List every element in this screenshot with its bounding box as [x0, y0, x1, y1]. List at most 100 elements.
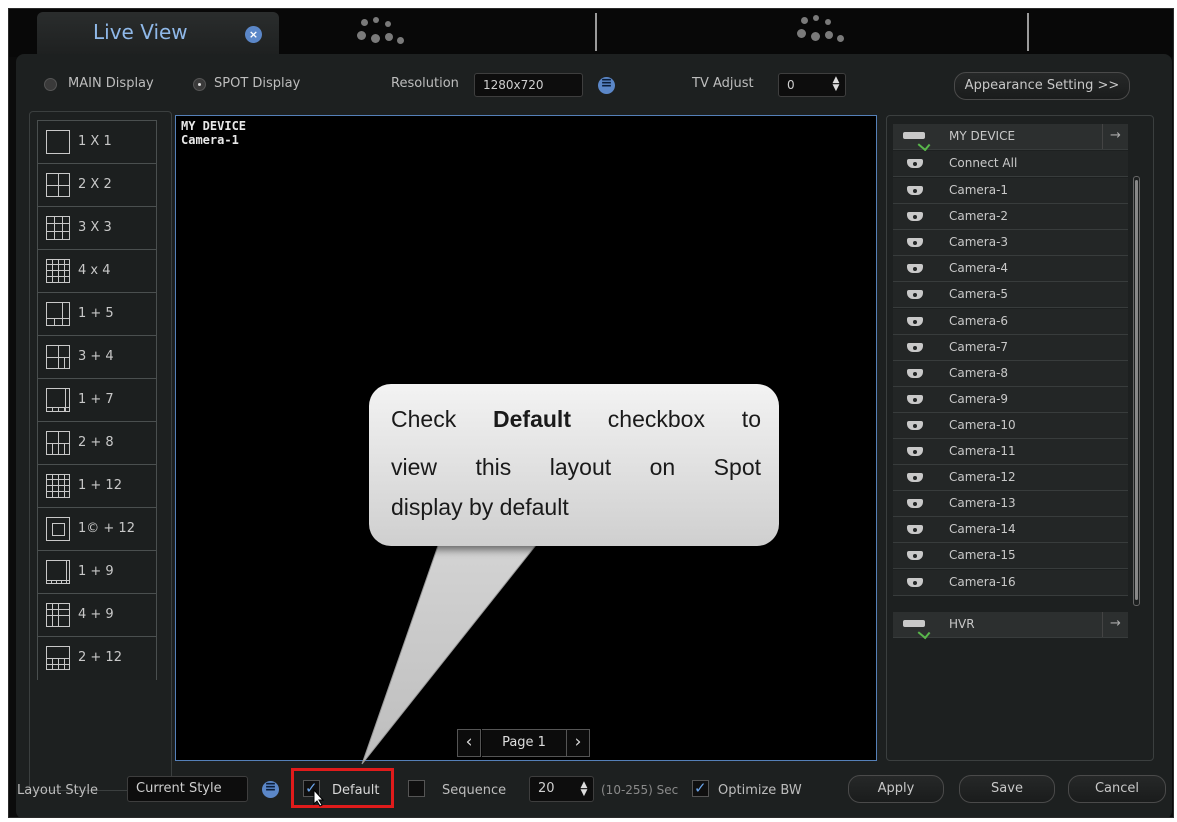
osd-camera-name: Camera-1	[181, 133, 239, 147]
camera-label: Camera-1	[949, 183, 1009, 197]
spinner-icon[interactable]: ▲ ▼	[579, 781, 589, 798]
callout-emphasis: Default	[493, 406, 571, 432]
layout-1-plus-12-icon	[46, 474, 70, 498]
layout-item-label: 1 X 1	[78, 134, 112, 149]
page-label: Page 1	[482, 729, 566, 757]
dome-camera-icon	[907, 447, 923, 456]
camera-row[interactable]: Camera-5	[893, 282, 1128, 309]
layout-item-label: 4 x 4	[78, 263, 111, 278]
appearance-setting-button[interactable]: Appearance Setting >>	[954, 72, 1130, 100]
camera-row[interactable]: Camera-3	[893, 230, 1128, 257]
spot-display-label: SPOT Display	[214, 76, 301, 91]
layout-item-label: 1 + 7	[78, 392, 114, 407]
next-page-button[interactable]: ›	[566, 729, 590, 757]
layout-item-1c-plus-12[interactable]: 1© + 12	[38, 508, 156, 551]
camera-label: Camera-8	[949, 365, 1009, 380]
dome-camera-icon	[907, 186, 923, 195]
camera-row[interactable]: Camera-8	[893, 360, 1128, 387]
layout-item-label: 1 + 12	[78, 478, 122, 493]
sequence-checkbox[interactable]	[408, 780, 425, 797]
sequence-range: (10-255) Sec	[601, 783, 679, 797]
tv-adjust-stepper[interactable]: 0 ▲ ▼	[778, 73, 846, 97]
layout-2-plus-8-icon	[46, 431, 70, 455]
tv-adjust-value: 0	[787, 78, 795, 92]
tab-live-view-label: Live View	[93, 20, 188, 44]
layout-item-1-plus-5[interactable]: 1 + 5	[38, 293, 156, 336]
apply-button[interactable]: Apply	[848, 775, 944, 803]
layout-item-4-plus-9[interactable]: 4 + 9	[38, 594, 156, 637]
layout-item-1-plus-7[interactable]: 1 + 7	[38, 379, 156, 422]
camera-label: Camera-13	[949, 496, 1016, 511]
layout-item-1-plus-9[interactable]: 1 + 9	[38, 551, 156, 594]
connect-all-label: Connect All	[949, 156, 1018, 170]
layout-item-1-plus-12[interactable]: 1 + 12	[38, 465, 156, 508]
tab-dots-icon[interactable]	[349, 15, 409, 51]
sequence-stepper[interactable]: 20 ▲ ▼	[529, 776, 594, 802]
layout-item-label: 2 + 12	[78, 650, 122, 665]
camera-label: Camera-9	[949, 391, 1009, 406]
resolution-list-icon[interactable]	[598, 75, 615, 94]
spinner-icon[interactable]: ▲ ▼	[831, 76, 841, 93]
layout-style-value: Current Style	[136, 781, 222, 796]
connect-all-row[interactable]: Connect All	[893, 151, 1128, 177]
optimize-bw-checkbox[interactable]	[692, 779, 709, 797]
main-display-radio[interactable]	[44, 78, 57, 91]
resolution-value: 1280x720	[483, 78, 544, 92]
layout-1c-plus-12-icon	[46, 517, 70, 541]
layout-1-plus-7-icon	[46, 388, 70, 412]
osd-device-name: MY DEVICE	[181, 119, 247, 133]
camera-row[interactable]: Camera-2	[893, 204, 1128, 231]
camera-row[interactable]: Camera-9	[893, 386, 1128, 413]
cancel-button[interactable]: Cancel	[1068, 775, 1166, 803]
save-button[interactable]: Save	[959, 775, 1055, 803]
tab-dots-icon[interactable]	[789, 13, 849, 49]
camera-row[interactable]: Camera-7	[893, 334, 1128, 361]
camera-row[interactable]: Camera-6	[893, 308, 1128, 335]
dome-camera-icon	[907, 368, 923, 378]
sequence-value: 20	[538, 781, 555, 796]
layout-item-2x2[interactable]: 2 X 2	[38, 164, 156, 207]
device-row-my-device[interactable]: MY DEVICE →	[893, 124, 1128, 150]
tab-live-view[interactable]: Live View ×	[37, 12, 279, 56]
layout-item-3-plus-4[interactable]: 3 + 4	[38, 336, 156, 379]
dome-camera-icon	[907, 551, 923, 561]
recorder-connected-icon	[903, 620, 925, 627]
layout-2x2-icon	[46, 173, 70, 197]
prev-page-button[interactable]: ‹	[457, 729, 481, 757]
camera-label: Camera-5	[949, 287, 1009, 302]
camera-row[interactable]: Camera-16	[893, 569, 1128, 596]
layout-item-label: 1 + 5	[78, 306, 114, 321]
camera-row[interactable]: Camera-15	[893, 543, 1128, 570]
camera-row[interactable]: Camera-11	[893, 439, 1128, 465]
resolution-field[interactable]: 1280x720	[474, 73, 583, 97]
tv-adjust-label: TV Adjust	[692, 76, 754, 91]
camera-label: Camera-11	[949, 444, 1016, 458]
hvr-label: HVR	[949, 617, 975, 631]
camera-row[interactable]: Camera-10	[893, 412, 1128, 439]
layout-1-plus-9-icon	[46, 560, 70, 584]
layout-item-2-plus-12[interactable]: 2 + 12	[38, 637, 156, 680]
camera-label: Camera-2	[949, 209, 1009, 224]
layout-item-4x4[interactable]: 4 x 4	[38, 250, 156, 293]
camera-list-scrollbar[interactable]	[1133, 176, 1140, 606]
arrow-right-icon[interactable]: →	[1102, 612, 1128, 637]
camera-row[interactable]: Camera-13	[893, 491, 1128, 518]
close-icon[interactable]: ×	[245, 26, 262, 43]
camera-row[interactable]: Camera-12	[893, 465, 1128, 492]
layout-style-list-icon[interactable]	[262, 779, 279, 798]
spot-display-radio[interactable]	[193, 78, 206, 91]
camera-label: Camera-16	[949, 574, 1016, 589]
device-row-hvr[interactable]: HVR →	[893, 612, 1128, 638]
layout-style-field[interactable]: Current Style	[127, 776, 248, 802]
arrow-right-icon[interactable]: →	[1102, 124, 1128, 149]
layout-item-3x3[interactable]: 3 X 3	[38, 207, 156, 250]
dome-camera-icon	[907, 499, 923, 509]
camera-row[interactable]: Camera-4	[893, 256, 1128, 283]
layout-item-2-plus-8[interactable]: 2 + 8	[38, 422, 156, 465]
camera-row[interactable]: Camera-14	[893, 517, 1128, 544]
main-display-label: MAIN Display	[68, 76, 154, 91]
layout-item-1x1[interactable]: 1 X 1	[38, 121, 156, 164]
sequence-label: Sequence	[442, 783, 507, 798]
camera-label: Camera-3	[949, 235, 1009, 250]
camera-row[interactable]: Camera-1	[893, 178, 1128, 204]
